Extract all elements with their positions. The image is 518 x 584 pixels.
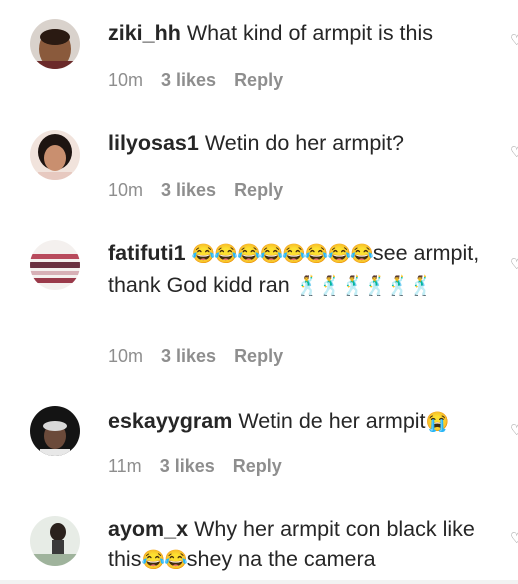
comment-meta: 10m 3 likes Reply: [108, 180, 283, 201]
avatar[interactable]: [30, 19, 80, 69]
heart-outline-icon[interactable]: ♡: [510, 423, 518, 438]
heart-outline-icon[interactable]: ♡: [510, 145, 518, 160]
comment-text: eskayygram Wetin de her armpit😭: [108, 406, 488, 438]
laughing-emoji: 😂😂: [141, 550, 187, 571]
comment-text: ayom_x Why her armpit con black like thi…: [108, 514, 488, 576]
comment-text: lilyosas1 Wetin do her armpit?: [108, 128, 488, 158]
avatar[interactable]: [30, 130, 80, 180]
comment-time: 10m: [108, 346, 144, 366]
comment-message: What kind of armpit is this: [186, 21, 434, 45]
comment-likes[interactable]: 3 likes: [161, 346, 216, 367]
avatar[interactable]: [30, 516, 80, 566]
comment-item: fatifuti1 😂😂😂😂😂😂😂😂see armpit, thank God …: [0, 220, 518, 388]
avatar[interactable]: [30, 406, 80, 456]
comment-message-end: shey na the camera: [186, 547, 376, 571]
comment-username[interactable]: ayom_x: [108, 517, 188, 541]
comment-time: 10m: [108, 180, 144, 200]
comment-likes[interactable]: 3 likes: [161, 180, 216, 201]
comment-time: 11m: [108, 456, 142, 476]
dancing-emoji: 🕺🕺🕺🕺🕺🕺: [295, 276, 433, 297]
reply-button[interactable]: Reply: [233, 456, 282, 477]
comment-username[interactable]: eskayygram: [108, 409, 232, 433]
avatar[interactable]: [30, 240, 80, 290]
laughing-emoji: 😂😂😂😂😂😂😂😂: [191, 244, 374, 265]
comment-username[interactable]: ziki_hh: [108, 21, 181, 45]
bottom-divider: [0, 580, 518, 584]
reply-button[interactable]: Reply: [234, 346, 283, 367]
comment-text: fatifuti1 😂😂😂😂😂😂😂😂see armpit, thank God …: [108, 238, 488, 302]
comment-item: ayom_x Why her armpit con black like thi…: [0, 496, 518, 584]
comment-likes[interactable]: 3 likes: [161, 70, 216, 91]
comment-time: 10m: [108, 70, 144, 90]
reply-button[interactable]: Reply: [234, 180, 283, 201]
comment-username[interactable]: fatifuti1: [108, 241, 186, 265]
comment-likes[interactable]: 3 likes: [160, 456, 215, 477]
comment-meta: 10m 3 likes Reply: [108, 70, 283, 91]
heart-outline-icon[interactable]: ♡: [510, 531, 518, 546]
comment-username[interactable]: lilyosas1: [108, 131, 199, 155]
comment-item: ziki_hh What kind of armpit is this 10m …: [0, 0, 518, 110]
comment-item: eskayygram Wetin de her armpit😭 11m 3 li…: [0, 388, 518, 496]
comment-item: lilyosas1 Wetin do her armpit? 10m 3 lik…: [0, 110, 518, 220]
comment-message: Wetin do her armpit?: [204, 131, 404, 155]
reply-button[interactable]: Reply: [234, 70, 283, 91]
heart-outline-icon[interactable]: ♡: [510, 257, 518, 272]
heart-outline-icon[interactable]: ♡: [510, 33, 518, 48]
comment-text: ziki_hh What kind of armpit is this: [108, 18, 488, 48]
comment-meta: 11m 3 likes Reply: [108, 456, 282, 477]
comment-meta: 10m 3 likes Reply: [108, 346, 283, 367]
comment-message: Wetin de her armpit: [238, 409, 426, 433]
crying-emoji: 😭: [425, 412, 450, 433]
